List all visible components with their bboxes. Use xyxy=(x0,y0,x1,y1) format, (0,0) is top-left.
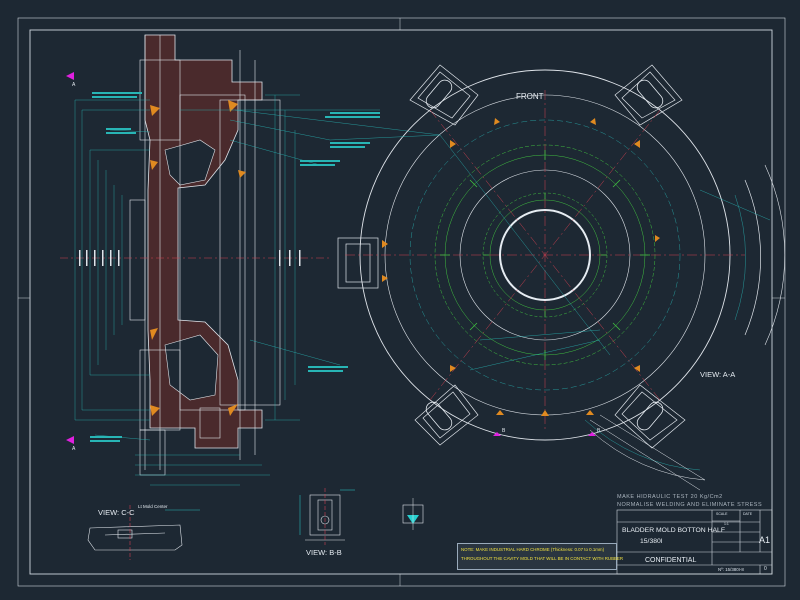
chrome-note-line-1: NOTE: MAKE INDUSTRIAL HARD CHROME (Thick… xyxy=(461,547,605,552)
view-aa-plan xyxy=(329,64,786,491)
sheet-size: A1 xyxy=(759,535,771,545)
view-bb-detail xyxy=(299,488,355,545)
front-label: FRONT xyxy=(516,92,544,101)
weld-symbol-detail xyxy=(402,498,424,530)
drawing-frame xyxy=(17,17,786,587)
section-a-top-label: A xyxy=(72,82,76,88)
drawing-title-1: BLADDER MOLD BOTTON HALF xyxy=(622,527,725,534)
chrome-note-box: NOTE: MAKE INDUSTRIAL HARD CHROME (Thick… xyxy=(457,543,623,570)
scale-label: SCALE xyxy=(716,512,728,516)
section-arrow-top xyxy=(66,72,74,80)
drawing-title-2: 15/380I xyxy=(640,538,663,545)
view-aa-label: VIEW: A-A xyxy=(700,370,736,379)
hydraulic-test-note: MAKE HIDRAULIC TEST 20 Kg/Cm2 xyxy=(617,494,723,500)
normalise-note: NORMALISE WELDING AND ELIMINATE STRESS xyxy=(617,502,763,508)
confidential-label: CONFIDENTIAL xyxy=(645,557,697,564)
date-label: DATE xyxy=(743,512,753,516)
section-b-left-label: B xyxy=(502,428,506,434)
mold-center-label: Lt Mold Center xyxy=(138,504,168,509)
drawing-number: Nº: 15/380I-8 xyxy=(718,567,744,572)
section-a-bottom-label: A xyxy=(72,446,76,452)
section-b-right-label: B xyxy=(597,428,601,434)
view-bb-label: VIEW: B-B xyxy=(306,548,342,557)
view-cc-label: VIEW: C-C xyxy=(98,508,135,517)
section-view-left xyxy=(60,34,441,486)
scale-value: 1:1 xyxy=(724,522,729,526)
section-arrow-bottom xyxy=(66,436,74,444)
chrome-note-line-2: THROUGHOUT THE CAVITY MOLD THAT WILL BE … xyxy=(461,556,624,561)
revision-number: 0 xyxy=(764,566,767,572)
